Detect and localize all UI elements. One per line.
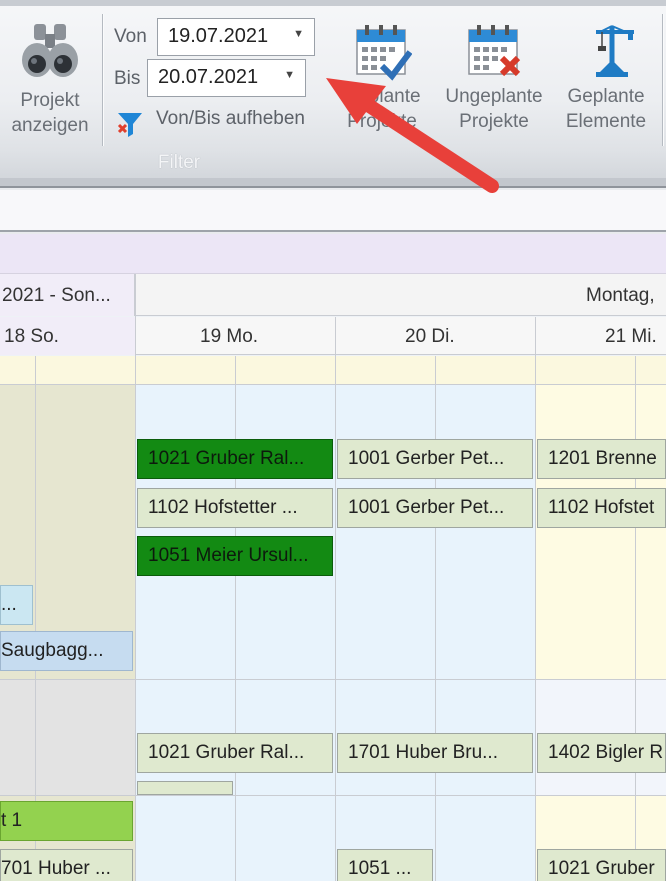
appointment-partial[interactable] [137, 781, 233, 795]
sunday-body-2 [0, 680, 135, 795]
day-header-di[interactable]: 20 Di. [405, 326, 455, 348]
resource-header-strip [0, 234, 666, 274]
appointment[interactable]: 1102 Hofstetter ... [137, 488, 333, 528]
calendar-x-icon [468, 25, 521, 77]
projekt-anzeigen-button[interactable]: Projekt anzeigen [2, 22, 98, 138]
grid-line [0, 384, 666, 385]
wednesday-body-1 [536, 385, 666, 679]
von-label: Von [114, 26, 147, 47]
chevron-down-icon[interactable]: ▼ [293, 28, 304, 40]
appointment[interactable]: 1701 Huber Bru... [337, 733, 533, 773]
geplante-elemente-label-2: Elemente [565, 111, 647, 132]
appointment[interactable]: 1001 Gerber Pet... [337, 488, 533, 528]
appointment[interactable]: ... [0, 585, 33, 625]
week-header-sunday-text: 2021 - Son... [2, 285, 111, 306]
scheduler-grid: 2021 - Son... Montag, 18 So. 19 Mo. 20 D… [0, 274, 666, 881]
ribbon: Projekt anzeigen Von 19.07.2021 ▼ Bis 20… [0, 0, 666, 188]
appointment[interactable]: t 1 [0, 801, 133, 841]
appointment[interactable]: 1021 Gruber Ral... [137, 733, 333, 773]
crane-icon [596, 25, 634, 77]
appointment[interactable]: 1021 Gruber [537, 849, 666, 881]
geplante-projekte-button[interactable]: Geplante Projekte [332, 22, 432, 134]
grid-line [635, 356, 636, 881]
grid-line [0, 795, 666, 796]
ungeplante-projekte-label-1: Ungeplante [445, 86, 543, 107]
von-bis-aufheben-label: Von/Bis aufheben [156, 108, 305, 129]
bis-label: Bis [114, 68, 141, 89]
filter-group-caption: Filter [157, 152, 201, 173]
projekt-anzeigen-label-2: anzeigen [11, 115, 89, 136]
projekt-anzeigen-label-1: Projekt [20, 90, 80, 111]
day-header-mo[interactable]: 19 Mo. [200, 326, 258, 348]
day-header-mi[interactable]: 21 Mi. [605, 326, 657, 348]
ribbon-bottom-border [0, 178, 666, 188]
geplante-elemente-label-1: Geplante [567, 86, 645, 107]
all-day-row [0, 356, 666, 384]
appointment[interactable]: 1201 Brenne [537, 439, 666, 479]
geplante-projekte-label-2: Projekte [347, 111, 417, 132]
day-header-so[interactable]: 18 So. [4, 326, 59, 348]
grid-line [535, 317, 536, 881]
von-bis-aufheben-button[interactable]: Von/Bis aufheben [116, 108, 328, 137]
appointment[interactable]: 1051 Meier Ursul... [137, 536, 333, 576]
toolbar-strip [0, 190, 666, 232]
calendar-check-icon [356, 25, 412, 81]
geplante-projekte-label-1: Geplante [343, 86, 421, 107]
week-header-monday-text: Montag, [586, 285, 655, 306]
von-date-value: 19.07.2021 [168, 25, 269, 47]
geplante-elemente-button[interactable]: Geplante Elemente [556, 22, 656, 134]
grid-line [335, 317, 336, 881]
grid-line [0, 679, 666, 680]
chevron-down-icon[interactable]: ▼ [284, 69, 295, 81]
appointment[interactable]: 1051 ... [337, 849, 433, 881]
ungeplante-projekte-label-2: Projekte [459, 111, 529, 132]
group-separator [662, 14, 663, 146]
appointment[interactable]: 1402 Bigler R [537, 733, 666, 773]
bis-date-value: 20.07.2021 [158, 66, 259, 88]
grid-line [235, 356, 236, 881]
appointment[interactable]: 701 Huber ... [0, 849, 133, 881]
appointment[interactable]: 1021 Gruber Ral... [137, 439, 333, 479]
grid-line [135, 274, 136, 881]
grid-line [435, 356, 436, 881]
binoculars-icon [22, 24, 78, 77]
appointment[interactable]: Saugbagg... [0, 631, 133, 671]
appointment[interactable]: 1102 Hofstet [537, 488, 666, 528]
filter-clear-icon [117, 113, 142, 137]
ungeplante-projekte-button[interactable]: Ungeplante Projekte [436, 22, 552, 134]
von-date-field[interactable]: 19.07.2021 ▼ [157, 18, 315, 56]
bis-date-field[interactable]: 20.07.2021 ▼ [147, 59, 306, 97]
appointment[interactable]: 1001 Gerber Pet... [337, 439, 533, 479]
group-separator [102, 14, 103, 146]
ribbon-top-border [0, 0, 666, 6]
